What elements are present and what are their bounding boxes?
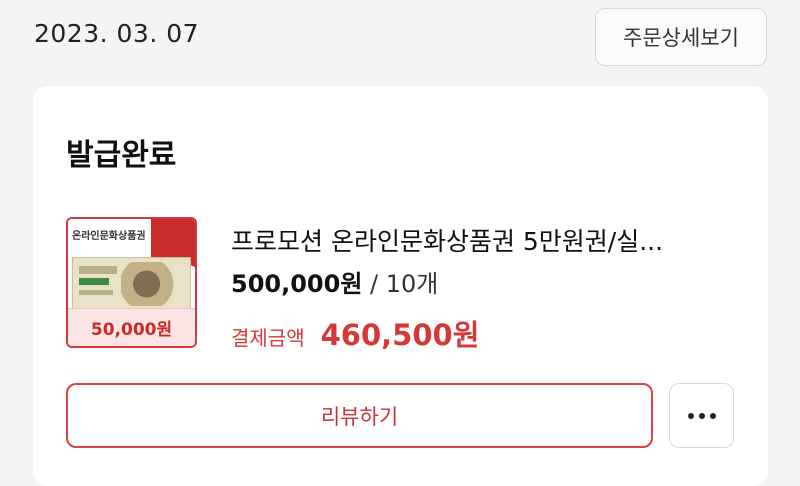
order-date: 2023. 03. 07 [34, 19, 200, 48]
order-header: 2023. 03. 07 주문상세보기 [0, 0, 800, 80]
paid-amount-value: 460,500원 [320, 318, 480, 352]
write-review-button[interactable]: 리뷰하기 [66, 383, 653, 448]
order-detail-button[interactable]: 주문상세보기 [595, 8, 767, 66]
product-name[interactable]: 프로모션 온라인문화상품권 5만원권/실... [231, 222, 731, 258]
payment-summary: 결제금액 460,500원 [231, 312, 479, 354]
order-card: 발급완료 온라인문화상품권 50,000원 프로모션 온라인문화상품권 5만원권… [33, 86, 768, 486]
more-options-button[interactable] [669, 383, 734, 448]
order-status: 발급완료 [66, 138, 177, 173]
thumbnail-artwork [121, 262, 185, 306]
price-quantity: 500,000원 / 10개 [231, 264, 438, 299]
product-thumbnail[interactable]: 온라인문화상품권 50,000원 [66, 217, 197, 348]
thumbnail-price-text: 50,000원 [68, 308, 195, 346]
paid-amount-label: 결제금액 [231, 326, 305, 350]
thumbnail-giftcard-image [72, 257, 191, 309]
product-price: 500,000원 [231, 270, 363, 298]
thumbnail-brand-text: 온라인문화상품권 [72, 230, 146, 242]
product-quantity: / 10개 [362, 270, 439, 298]
more-horizontal-icon [687, 412, 716, 419]
